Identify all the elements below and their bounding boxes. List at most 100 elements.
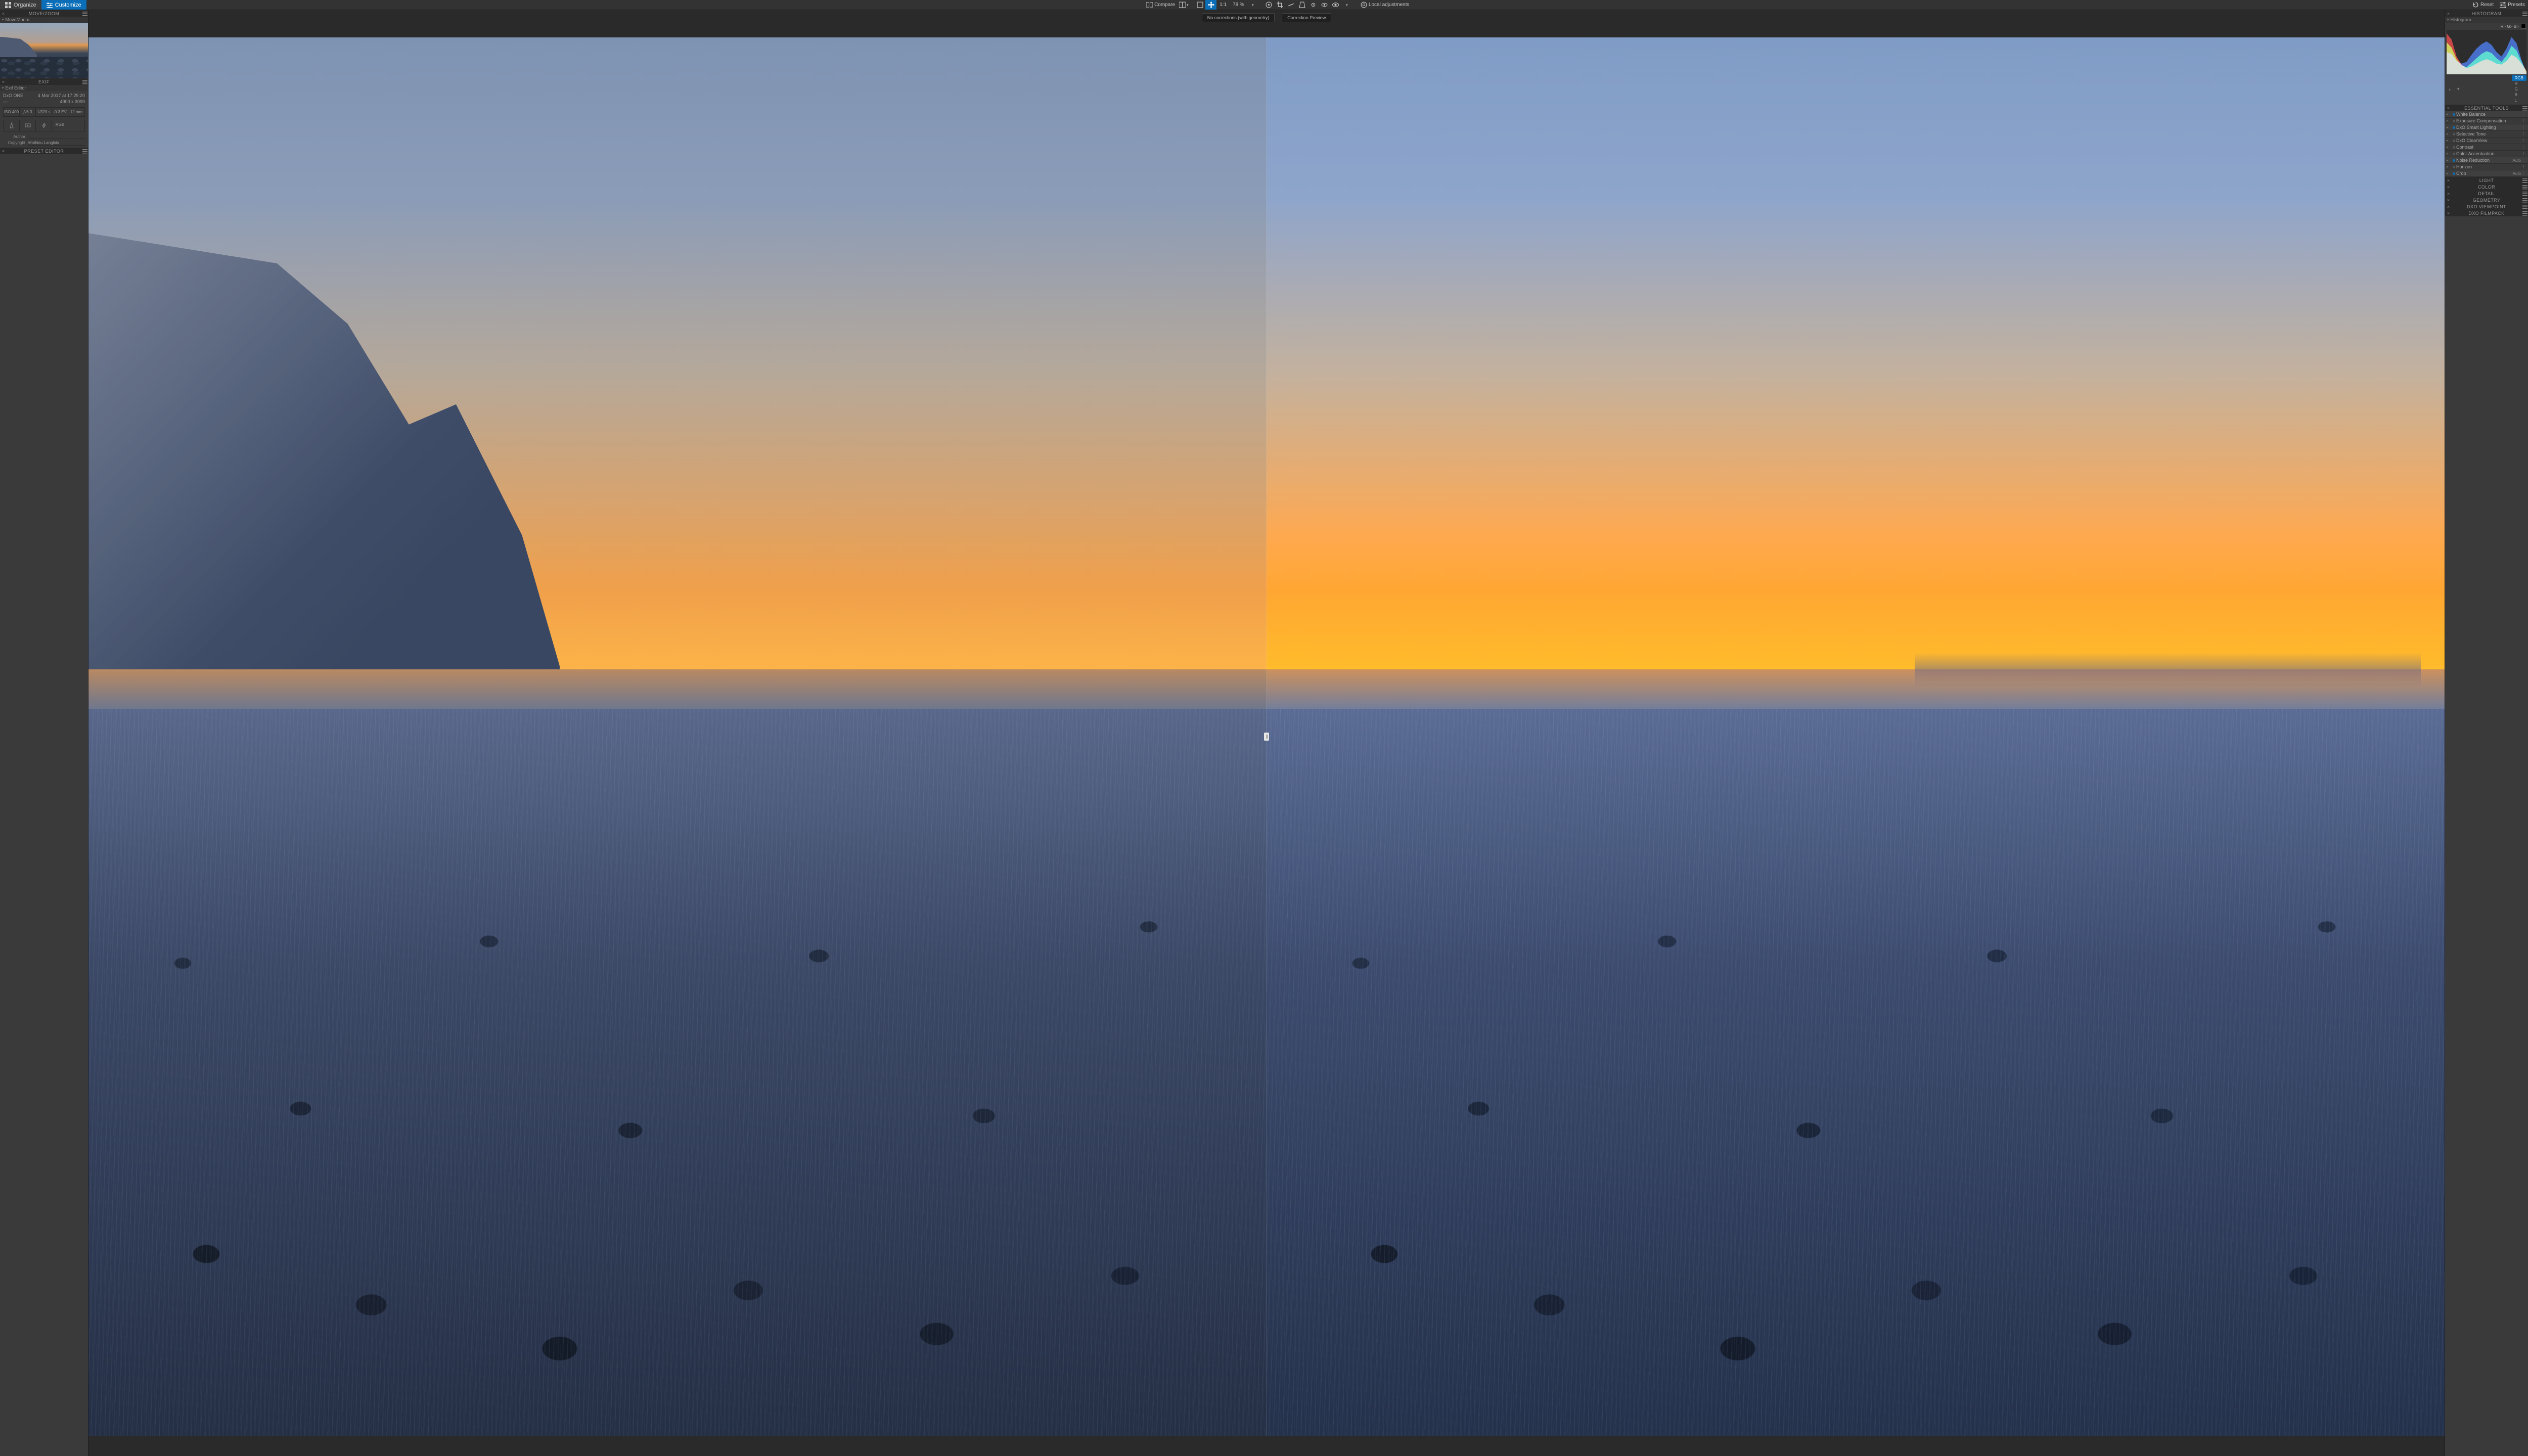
- tool-exposure-compensation[interactable]: ▸Exposure Compensation⠇: [2445, 118, 2528, 124]
- enable-toggle[interactable]: [2451, 126, 2456, 129]
- section-dxo-filmpack[interactable]: ×DXO FILMPACK: [2445, 210, 2528, 216]
- close-icon[interactable]: ×: [2445, 10, 2452, 17]
- panel-menu-icon[interactable]: [2521, 210, 2528, 216]
- close-icon[interactable]: ×: [2445, 203, 2452, 210]
- channel-b[interactable]: B: [2512, 92, 2526, 98]
- tool-horizon[interactable]: [1286, 0, 1297, 10]
- tool-dxo-smart-lighting[interactable]: ▸DxO Smart Lighting⠇: [2445, 124, 2528, 131]
- panel-menu-icon[interactable]: [2521, 203, 2528, 210]
- wand-icon[interactable]: ⠇: [2522, 132, 2526, 136]
- tool-white-balance[interactable]: ▸White Balance⠇: [2445, 111, 2528, 118]
- wand-icon[interactable]: ⠇: [2522, 119, 2526, 123]
- close-icon[interactable]: ×: [2445, 190, 2452, 197]
- section-detail[interactable]: ×DETAIL: [2445, 190, 2528, 197]
- panel-menu-icon[interactable]: [2521, 184, 2528, 190]
- presets-button[interactable]: Presets: [2497, 0, 2528, 10]
- movezoom-sub[interactable]: ▾Move/Zoom: [0, 17, 88, 23]
- enable-toggle[interactable]: [2451, 172, 2456, 175]
- panel-menu-icon[interactable]: [81, 78, 88, 85]
- tool-redeye[interactable]: [1319, 0, 1330, 10]
- channel-r[interactable]: R: [2512, 81, 2526, 86]
- channel-g[interactable]: G: [2512, 86, 2526, 92]
- close-icon[interactable]: ×: [2445, 184, 2452, 190]
- zoom-dropdown[interactable]: ▾: [1247, 0, 1258, 10]
- panel-menu-icon[interactable]: [81, 148, 88, 154]
- zoom-value[interactable]: 78 %: [1230, 0, 1247, 10]
- compare-mode-dropdown[interactable]: ▾: [1178, 0, 1189, 10]
- exif-sub[interactable]: ▾Exif Editor: [0, 85, 88, 91]
- compare-button[interactable]: Compare: [1143, 0, 1178, 10]
- enable-toggle[interactable]: [2451, 146, 2456, 149]
- close-icon[interactable]: ×: [2445, 197, 2452, 203]
- tool-perspective[interactable]: [1297, 0, 1308, 10]
- wand-icon[interactable]: ⠇: [2522, 158, 2526, 163]
- wand-icon[interactable]: ⠇: [2522, 145, 2526, 150]
- tool-selective-tone[interactable]: ▸Selective Tone⠇: [2445, 131, 2528, 138]
- panel-menu-icon[interactable]: [2521, 197, 2528, 203]
- split-handle[interactable]: [1264, 733, 1269, 741]
- tool-horizon[interactable]: ▸Horizon⠇: [2445, 164, 2528, 170]
- section-dxo-viewpoint[interactable]: ×DXO VIEWPOINT: [2445, 203, 2528, 210]
- enable-toggle[interactable]: [2451, 120, 2456, 122]
- reset-button[interactable]: Reset: [2469, 0, 2497, 10]
- wand-icon[interactable]: ⠇: [2522, 125, 2526, 130]
- triangle-right-icon: ▸: [2447, 145, 2451, 149]
- close-icon[interactable]: ×: [2445, 105, 2452, 111]
- tool-noise-reduction[interactable]: ▸Noise ReductionAuto⠇: [2445, 157, 2528, 164]
- wand-icon[interactable]: ⠇: [2522, 112, 2526, 117]
- tool-label: Noise Reduction: [2456, 158, 2513, 163]
- movezoom-header: × MOVE/ZOOM: [0, 10, 88, 17]
- local-adjustments-button[interactable]: Local adjustments: [1358, 0, 1413, 10]
- triangle-down-icon: ▾: [2, 86, 4, 90]
- tool-crop[interactable]: [1275, 0, 1286, 10]
- channel-l[interactable]: L: [2512, 98, 2526, 103]
- tool-crop[interactable]: ▸CropAuto⠇: [2445, 170, 2528, 177]
- wand-icon[interactable]: ⠇: [2522, 152, 2526, 156]
- section-geometry[interactable]: ×GEOMETRY: [2445, 197, 2528, 203]
- move-tool[interactable]: [1205, 0, 1216, 10]
- tool-label: Contrast: [2456, 145, 2522, 150]
- tool-contrast[interactable]: ▸ Contrast⠇: [2445, 144, 2528, 151]
- close-icon[interactable]: ×: [0, 10, 7, 17]
- enable-toggle[interactable]: [2451, 166, 2456, 168]
- copyright-field[interactable]: Mathieu Langlois: [28, 141, 85, 146]
- close-icon[interactable]: ×: [2445, 177, 2452, 184]
- author-field[interactable]: [28, 134, 85, 139]
- close-icon[interactable]: ×: [2445, 210, 2452, 216]
- enable-toggle[interactable]: [2451, 140, 2456, 142]
- navigator-thumbnail[interactable]: [0, 23, 88, 78]
- section-color[interactable]: ×COLOR: [2445, 184, 2528, 190]
- panel-menu-icon[interactable]: [2521, 177, 2528, 184]
- tool-whitebalance[interactable]: [1263, 0, 1275, 10]
- histogram-sub[interactable]: ▾Histogram: [2445, 17, 2528, 23]
- tool-dust[interactable]: [1308, 0, 1319, 10]
- triangle-right-icon: ▸: [2447, 165, 2451, 169]
- close-icon[interactable]: ×: [0, 148, 7, 154]
- wand-icon[interactable]: ⠇: [2522, 165, 2526, 169]
- tool-color-accentuation[interactable]: ▸Color Accentuation⠇: [2445, 151, 2528, 157]
- panel-menu-icon[interactable]: [2521, 105, 2528, 111]
- channel-rgb[interactable]: RGB: [2512, 75, 2526, 81]
- shadow-clip-icon[interactable]: ◐: [2447, 86, 2454, 93]
- organize-tab[interactable]: Organize: [0, 0, 41, 10]
- wand-icon[interactable]: ⠇: [2522, 139, 2526, 143]
- tool-dxo-clearview[interactable]: ▸DxO ClearView⠇: [2445, 138, 2528, 144]
- tool-preview[interactable]: [1330, 0, 1341, 10]
- enable-toggle[interactable]: [2451, 133, 2456, 135]
- panel-menu-icon[interactable]: [81, 10, 88, 17]
- enable-toggle[interactable]: [2451, 113, 2456, 116]
- customize-tab[interactable]: Customize: [41, 0, 86, 10]
- close-icon[interactable]: ×: [0, 78, 7, 85]
- enable-toggle[interactable]: [2451, 159, 2456, 162]
- section-light[interactable]: ×LIGHT: [2445, 177, 2528, 184]
- zoom-percent: 78 %: [1233, 2, 1244, 8]
- highlight-clip-icon[interactable]: ✦: [2455, 86, 2462, 93]
- wand-icon[interactable]: ⠇: [2522, 171, 2526, 176]
- enable-toggle[interactable]: [2451, 153, 2456, 155]
- image-viewport[interactable]: [88, 37, 2445, 1436]
- fit-tool[interactable]: [1194, 0, 1205, 10]
- panel-menu-icon[interactable]: [2521, 10, 2528, 17]
- panel-menu-icon[interactable]: [2521, 190, 2528, 197]
- tool-dropdown[interactable]: ▾: [1341, 0, 1352, 10]
- zoom-1to1[interactable]: 1:1: [1216, 0, 1230, 10]
